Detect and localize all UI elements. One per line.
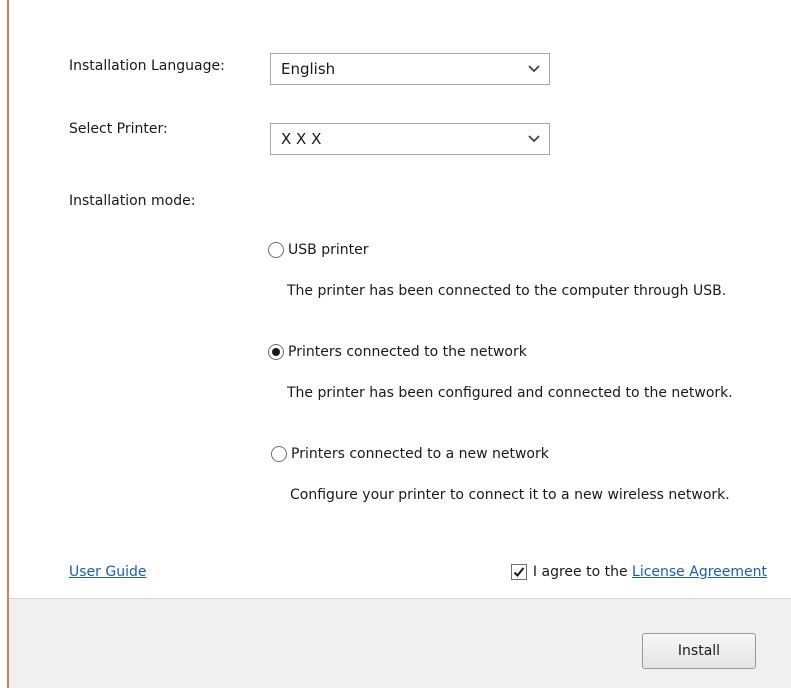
radio-usb-printer[interactable]: USB printer — [268, 242, 368, 258]
select-printer-value: X X X — [281, 130, 322, 148]
license-agreement-link[interactable]: License Agreement — [632, 564, 767, 580]
agree-text: I agree to the — [532, 564, 633, 580]
radio-button[interactable] — [271, 446, 287, 462]
installation-language-select[interactable]: English — [270, 53, 550, 85]
license-agreement-row: I agree to the License Agreement — [510, 564, 767, 580]
radio-network-printer[interactable]: Printers connected to the network — [268, 344, 527, 360]
agree-checkbox[interactable] — [510, 564, 527, 580]
checkmark-icon — [513, 567, 525, 577]
select-printer-select[interactable]: X X X — [270, 123, 550, 155]
radio-button-checked[interactable] — [268, 344, 284, 360]
radio-new-network-printer-label: Printers connected to a new network — [291, 446, 549, 462]
radio-button[interactable] — [268, 242, 284, 258]
chevron-down-icon — [528, 65, 540, 73]
usb-printer-description: The printer has been connected to the co… — [287, 283, 727, 299]
chevron-down-icon — [528, 135, 540, 143]
install-button[interactable]: Install — [642, 633, 756, 669]
installation-language-label: Installation Language: — [69, 58, 225, 74]
new-network-printer-description: Configure your printer to connect it to … — [290, 487, 730, 503]
select-printer-label: Select Printer: — [69, 121, 168, 137]
radio-new-network-printer[interactable]: Printers connected to a new network — [271, 446, 549, 462]
installation-mode-label: Installation mode: — [69, 193, 196, 209]
radio-usb-printer-label: USB printer — [288, 242, 369, 258]
installer-window: Installation Language: English Select Pr… — [0, 0, 791, 688]
radio-network-printer-label: Printers connected to the network — [288, 344, 527, 360]
installation-language-value: English — [281, 60, 336, 78]
user-guide-link[interactable]: User Guide — [69, 564, 146, 580]
installer-form: Installation Language: English Select Pr… — [9, 0, 791, 598]
network-printer-description: The printer has been configured and conn… — [287, 385, 733, 401]
footer-bar: Install — [9, 598, 791, 688]
